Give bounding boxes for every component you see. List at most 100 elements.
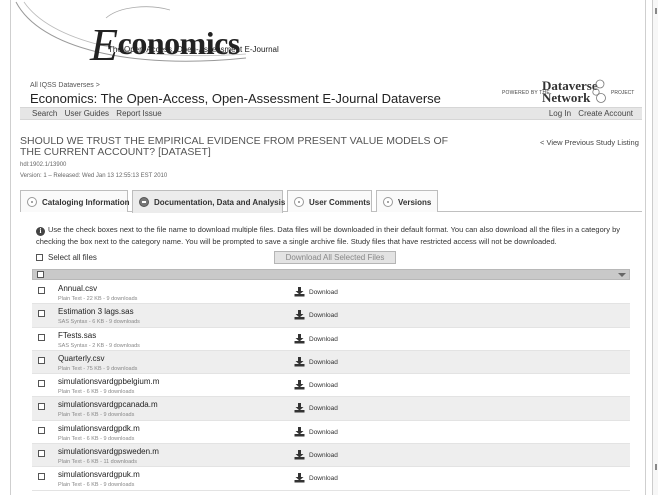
download-label: Download (309, 452, 338, 460)
nav-report-issue[interactable]: Report Issue (116, 109, 161, 118)
download-all-selected-button[interactable]: Download All Selected Files (274, 251, 396, 264)
file-download-link[interactable]: Download (294, 287, 338, 297)
study-title: SHOULD WE TRUST THE EMPIRICAL EVIDENCE F… (20, 135, 449, 158)
tab-user-comments[interactable]: User Comments (287, 190, 372, 212)
file-name[interactable]: simulationsvardgpbelgium.m (58, 377, 159, 386)
file-download-link[interactable]: Download (294, 426, 338, 437)
scrollbar[interactable] (652, 0, 658, 495)
journal-banner: Economics The Open-Access, Open-Assessme… (10, 0, 646, 70)
download-label: Download (309, 312, 338, 320)
view-previous-listing-link[interactable]: < View Previous Study Listing (540, 138, 639, 147)
project-text: PROJECT (611, 90, 635, 96)
file-meta: SAS Syntax - 2 KB - 9 downloads (58, 342, 140, 349)
download-icon (294, 333, 305, 344)
collapse-arrow-icon[interactable] (618, 273, 626, 277)
file-checkbox[interactable] (38, 403, 45, 411)
tab-circle-icon (294, 197, 304, 207)
file-checkbox[interactable] (38, 310, 45, 318)
file-meta: Plain Text - 6 KB - 9 downloads (58, 482, 135, 489)
study-version: Version: 1 – Released: Wed Jan 13 12:55:… (20, 173, 168, 179)
download-icon (294, 356, 305, 367)
file-download-link[interactable]: Download (294, 473, 338, 483)
journal-subtitle: The Open-Access, Open-Assessment E-Journ… (108, 45, 279, 54)
file-row: Annual.csv Plain Text - 22 KB - 9 downloa… (32, 281, 630, 305)
file-row: simulationsvardgpdk.m Plain Text - 6 KB -… (32, 421, 630, 445)
file-download-link[interactable]: Download (294, 356, 338, 367)
study-handle: hdl:1902.1/13900 (20, 162, 67, 168)
category-checkbox[interactable] (37, 271, 44, 278)
dataverse-title: Economics: The Open-Access, Open-Assessm… (30, 91, 441, 106)
file-row: simulationsvardgpcanada.m Plain Text - 6 … (32, 397, 630, 421)
download-label: Download (309, 382, 338, 390)
tab-cataloging-information[interactable]: Cataloging Information (20, 190, 130, 212)
file-name[interactable]: simulationsvardgpsweden.m (58, 447, 159, 456)
file-row: simulationsvardgpbelgium.m Plain Text - 6… (32, 374, 630, 398)
file-row: Quarterly.csv Plain Text - 75 KB - 9 down… (32, 350, 630, 375)
download-icon (294, 450, 305, 460)
file-download-link[interactable]: Download (294, 403, 338, 413)
top-navbar: Search User Guides Report Issue Log In C… (20, 107, 642, 120)
download-icon (294, 473, 305, 483)
file-meta: Plain Text - 6 KB - 11 downloads (58, 459, 137, 466)
file-checkbox[interactable] (38, 450, 45, 458)
download-label: Download (309, 335, 338, 343)
download-label: Download (309, 358, 338, 366)
file-name[interactable]: Annual.csv (58, 284, 97, 293)
download-icon (294, 287, 305, 297)
nav-search[interactable]: Search (32, 109, 57, 118)
file-checkbox[interactable] (38, 380, 45, 388)
download-label: Download (309, 289, 338, 296)
file-meta: Plain Text - 6 KB - 9 downloads (58, 412, 135, 419)
file-name[interactable]: FTests.sas (58, 331, 96, 340)
file-row: simulationsvardgpsweden.m Plain Text - 6 … (32, 444, 630, 468)
select-all-checkbox[interactable] (36, 254, 43, 261)
breadcrumb[interactable]: All IQSS Dataverses > (30, 82, 100, 89)
file-checkbox[interactable] (38, 287, 45, 294)
file-checkbox[interactable] (38, 356, 45, 364)
file-name[interactable]: Estimation 3 lags.sas (58, 307, 134, 316)
nav-create-account[interactable]: Create Account (578, 109, 633, 118)
file-meta: Plain Text - 6 KB - 9 downloads (58, 435, 135, 442)
download-icon (294, 310, 305, 320)
download-icon (294, 403, 305, 413)
file-row: FTests.sas SAS Syntax - 2 KB - 9 download… (32, 328, 630, 351)
file-download-link[interactable]: Download (294, 310, 338, 320)
file-checkbox[interactable] (38, 426, 45, 434)
file-name[interactable]: Quarterly.csv (58, 354, 105, 363)
download-instructions: i Use the check boxes next to the file na… (36, 225, 620, 246)
tab-versions[interactable]: Versions (376, 190, 438, 212)
download-label: Download (309, 475, 338, 483)
file-download-link[interactable]: Download (294, 380, 338, 390)
file-row: Estimation 3 lags.sas SAS Syntax - 6 KB -… (32, 304, 630, 328)
file-meta: Plain Text - 6 KB - 9 downloads (58, 389, 135, 396)
select-all-files[interactable]: Select all files (36, 253, 97, 262)
file-download-link[interactable]: Download (294, 450, 338, 460)
file-name[interactable]: simulationsvardgpuk.m (58, 470, 140, 479)
file-name[interactable]: simulationsvardgpdk.m (58, 424, 140, 433)
tab-documentation-data-analysis[interactable]: Documentation, Data and Analysis (132, 190, 285, 213)
tab-circle-icon (27, 197, 37, 207)
file-meta: Plain Text - 22 KB - 9 downloads (58, 296, 138, 302)
download-icon (294, 426, 305, 437)
file-category-header (32, 269, 630, 280)
file-meta: SAS Syntax - 6 KB - 9 downloads (58, 319, 140, 326)
file-meta: Plain Text - 75 KB - 9 downloads (58, 365, 138, 372)
file-download-link[interactable]: Download (294, 333, 338, 344)
info-icon: i (36, 227, 45, 236)
tab-circle-icon (139, 197, 149, 207)
file-name[interactable]: simulationsvardgpcanada.m (58, 400, 158, 409)
file-checkbox[interactable] (38, 473, 45, 481)
file-checkbox[interactable] (38, 333, 45, 341)
study-tabs: Cataloging Information Documentation, Da… (20, 190, 642, 213)
download-label: Download (309, 428, 338, 436)
journal-logo[interactable]: Economics (90, 12, 240, 70)
scroll-up-marker (655, 8, 657, 14)
nav-log-in[interactable]: Log In (549, 109, 571, 118)
nav-user-guides[interactable]: User Guides (65, 109, 109, 118)
download-icon (294, 380, 305, 390)
scroll-down-marker (655, 464, 657, 470)
dvn-circles-icon (592, 79, 606, 103)
file-list: Annual.csv Plain Text - 22 KB - 9 downloa… (32, 281, 630, 491)
file-row: simulationsvardgpuk.m Plain Text - 6 KB -… (32, 467, 630, 491)
tab-circle-icon (383, 197, 393, 207)
